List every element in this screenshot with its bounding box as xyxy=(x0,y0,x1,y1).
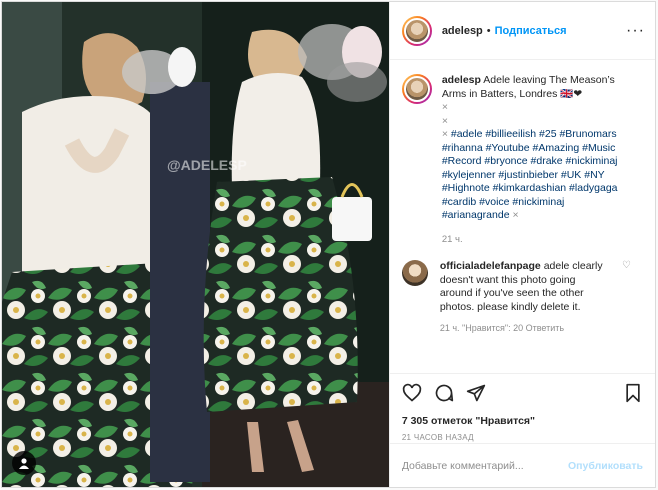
comment-icon[interactable] xyxy=(432,381,456,405)
post-photo[interactable]: @ADELESP xyxy=(2,2,389,487)
action-bar xyxy=(389,373,655,411)
caption-time: 21 ч. xyxy=(441,233,463,245)
comments-area[interactable]: adelesp Adele leaving The Meason’s Arms … xyxy=(390,60,655,373)
post-dialog: @ADELESP adelesp • Подписаться ··· adele… xyxy=(1,1,656,488)
post-sidebar: adelesp • Подписаться ··· adelesp Adele … xyxy=(388,2,655,487)
share-icon[interactable] xyxy=(464,381,488,405)
caption-username[interactable]: adelesp xyxy=(442,74,481,86)
watermark: @ADELESP xyxy=(167,157,247,173)
comment-meta[interactable]: 21 ч. "Нравится": 20 Ответить xyxy=(440,322,608,336)
caption-x-3: × xyxy=(441,128,448,140)
comment-body: officialadelefanpage adele clearly doesn… xyxy=(440,260,608,336)
author-username[interactable]: adelesp xyxy=(442,25,483,37)
comment-avatar[interactable] xyxy=(401,260,428,286)
comment-username[interactable]: officialadelefanpage xyxy=(440,260,541,272)
post-header: adelesp • Подписаться ··· xyxy=(389,2,655,60)
user-tag-button[interactable] xyxy=(12,451,36,475)
heart-icon[interactable] xyxy=(400,381,424,405)
bookmark-icon[interactable] xyxy=(621,381,645,405)
post-image: @ADELESP xyxy=(2,2,389,487)
caption-x-1: × xyxy=(441,101,448,113)
comment-like-icon[interactable]: ♡ xyxy=(622,260,631,271)
caption-emoji: 🇬🇧❤ xyxy=(560,87,583,100)
add-comment-bar: Опубликовать xyxy=(389,443,655,487)
caption-x-2: × xyxy=(441,114,448,127)
likes-count[interactable]: 7 305 отметок "Нравится" xyxy=(390,411,655,427)
comment-input[interactable] xyxy=(401,459,569,472)
separator-dot: • xyxy=(486,24,491,37)
comment-item: officialadelefanpage adele clearly doesn… xyxy=(401,260,643,336)
avatar[interactable] xyxy=(401,15,432,46)
caption: adelesp Adele leaving The Meason’s Arms … xyxy=(401,74,643,246)
post-timestamp[interactable]: 21 ЧАСОВ НАЗАД xyxy=(390,427,655,442)
caption-avatar[interactable] xyxy=(401,74,432,104)
follow-button[interactable]: Подписаться xyxy=(495,25,567,37)
publish-button[interactable]: Опубликовать xyxy=(568,460,643,472)
caption-x-end: × xyxy=(512,209,519,221)
caption-body: adelesp Adele leaving The Meason’s Arms … xyxy=(442,74,632,246)
caption-hashtags[interactable]: #adele #billieeilish #25 #Brunomars #rih… xyxy=(442,128,618,221)
user-icon xyxy=(19,458,29,469)
more-horizontal-icon[interactable]: ··· xyxy=(626,22,645,40)
